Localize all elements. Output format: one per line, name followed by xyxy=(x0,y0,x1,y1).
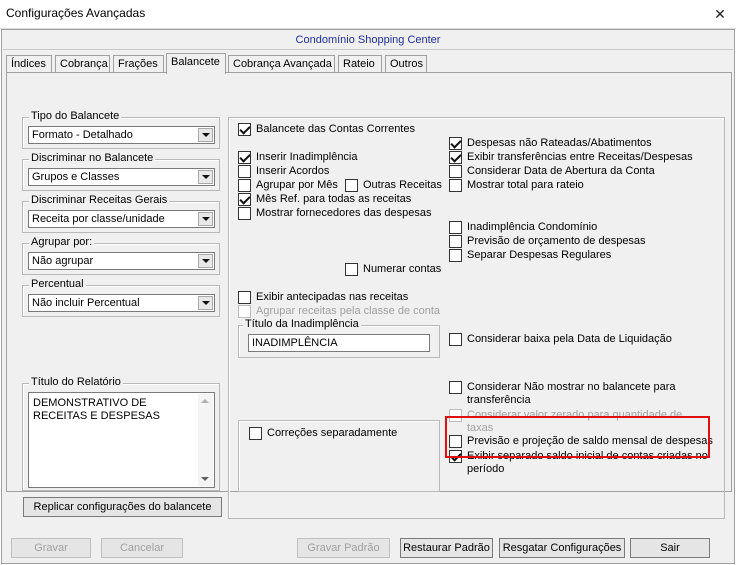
inserir-inadimplencia-checkbox[interactable]: Inserir Inadimplência xyxy=(238,151,358,164)
titulo-relatorio-textarea[interactable]: DEMONSTRATIVO DE RECEITAS E DESPESAS xyxy=(28,392,215,488)
chevron-down-icon[interactable] xyxy=(198,254,213,268)
considerar-baixa-checkbox[interactable]: Considerar baixa pela Data de Liquidação xyxy=(449,333,672,346)
tab-cobranca-avancada[interactable]: Cobrança Avançada xyxy=(228,55,335,73)
discriminar-balancete-group: Discriminar no Balancete Grupos e Classe… xyxy=(22,152,220,191)
tab-fracoes[interactable]: Frações xyxy=(113,55,164,73)
correcoes-separadamente-checkbox[interactable]: Correções separadamente xyxy=(249,427,397,440)
percentual-label: Percentual xyxy=(29,278,86,290)
tipo-balancete-group: Tipo do Balancete Formato - Detalhado xyxy=(22,110,220,149)
inserir-acordos-checkbox[interactable]: Inserir Acordos xyxy=(238,165,329,178)
cancelar-button[interactable]: Cancelar xyxy=(101,538,183,558)
close-icon[interactable]: ✕ xyxy=(710,4,730,24)
checkbox-box[interactable] xyxy=(238,207,251,220)
replicar-configuracoes-button[interactable]: Replicar configurações do balancete xyxy=(23,497,222,517)
chevron-down-icon[interactable] xyxy=(198,128,213,142)
chevron-down-icon[interactable] xyxy=(198,212,213,226)
separar-despesas-regulares-checkbox[interactable]: Separar Despesas Regulares xyxy=(449,249,611,262)
checkbox-box[interactable] xyxy=(249,427,262,440)
discriminar-balancete-value: Grupos e Classes xyxy=(32,171,120,183)
agrupar-por-group: Agrupar por: Não agrupar xyxy=(22,236,220,275)
condominium-name: Condomínio Shopping Center xyxy=(3,31,733,50)
tab-balancete[interactable]: Balancete xyxy=(166,53,226,74)
considerar-data-abertura-checkbox[interactable]: Considerar Data de Abertura da Conta xyxy=(449,165,655,178)
titulo-relatorio-label: Título do Relatório xyxy=(29,376,123,388)
checkbox-box[interactable] xyxy=(238,151,251,164)
percentual-group: Percentual Não incluir Percentual xyxy=(22,278,220,317)
titulo-inadimplencia-input[interactable]: INADIMPLÊNCIA xyxy=(248,334,430,352)
mes-ref-checkbox[interactable]: Mês Ref. para todas as receitas xyxy=(238,193,411,206)
tab-rateio[interactable]: Rateio xyxy=(338,55,382,73)
mostrar-fornecedores-checkbox[interactable]: Mostrar fornecedores das despesas xyxy=(238,207,431,220)
despesas-nao-rateadas-checkbox[interactable]: Despesas não Rateadas/Abatimentos xyxy=(449,137,652,150)
restaurar-padrao-button[interactable]: Restaurar Padrão xyxy=(400,538,493,558)
exibir-transferencias-checkbox[interactable]: Exibir transferências entre Receitas/Des… xyxy=(449,151,693,164)
titulo-inadimplencia-label: Título da Inadimplência xyxy=(243,318,361,330)
checkbox-box[interactable] xyxy=(238,165,251,178)
discriminar-receitas-value: Receita por classe/unidade xyxy=(32,213,165,225)
gravar-padrao-button[interactable]: Gravar Padrão xyxy=(297,538,390,558)
outras-receitas-checkbox[interactable]: Outras Receitas xyxy=(345,179,442,192)
tipo-balancete-label: Tipo do Balancete xyxy=(29,110,122,122)
checkbox-box[interactable] xyxy=(449,235,462,248)
percentual-select[interactable]: Não incluir Percentual xyxy=(28,294,215,312)
checkbox-box[interactable] xyxy=(238,291,251,304)
window-title: Configurações Avançadas xyxy=(6,6,146,20)
discriminar-balancete-label: Discriminar no Balancete xyxy=(29,152,156,164)
balancete-options-group: Balancete das Contas Correntes Inserir I… xyxy=(228,117,725,519)
checkbox-box[interactable] xyxy=(238,193,251,206)
agrupar-por-mes-checkbox[interactable]: Agrupar por Mês xyxy=(238,179,338,192)
checkbox-box[interactable] xyxy=(449,137,462,150)
checkbox-box[interactable] xyxy=(449,179,462,192)
checkbox-box[interactable] xyxy=(238,123,251,136)
scroll-down-icon[interactable] xyxy=(201,477,209,481)
chevron-down-icon[interactable] xyxy=(198,170,213,184)
numerar-contas-checkbox[interactable]: Numerar contas xyxy=(345,263,441,276)
highlight-annotation xyxy=(445,416,710,458)
previsao-orcamento-checkbox[interactable]: Previsão de orçamento de despesas xyxy=(449,235,646,248)
vertical-scrollbar[interactable] xyxy=(198,394,213,486)
checkbox-box[interactable] xyxy=(238,179,251,192)
checkbox-box[interactable] xyxy=(449,165,462,178)
discriminar-receitas-group: Discriminar Receitas Gerais Receita por … xyxy=(22,194,220,233)
tab-indices[interactable]: Índices xyxy=(6,55,52,73)
gravar-button[interactable]: Gravar xyxy=(11,538,91,558)
considerar-nao-mostrar-checkbox[interactable]: Considerar Não mostrar no balancete para… xyxy=(449,381,711,407)
balancete-contas-correntes-checkbox[interactable]: Balancete das Contas Correntes xyxy=(238,123,415,136)
agrupar-por-value: Não agrupar xyxy=(32,255,94,267)
exibir-antecipadas-checkbox[interactable]: Exibir antecipadas nas receitas xyxy=(238,291,408,304)
discriminar-receitas-select[interactable]: Receita por classe/unidade xyxy=(28,210,215,228)
checkbox-box[interactable] xyxy=(238,305,251,318)
percentual-value: Não incluir Percentual xyxy=(32,297,140,309)
mostrar-total-rateio-checkbox[interactable]: Mostrar total para rateio xyxy=(449,179,584,192)
agrupar-receitas-classe-checkbox[interactable]: Agrupar receitas pela classe de conta xyxy=(238,305,440,318)
checkbox-box[interactable] xyxy=(449,381,462,394)
tipo-balancete-select[interactable]: Formato - Detalhado xyxy=(28,126,215,144)
checkbox-box[interactable] xyxy=(449,221,462,234)
tab-cobranca[interactable]: Cobrança xyxy=(55,55,110,73)
checkbox-box[interactable] xyxy=(345,179,358,192)
resgatar-configuracoes-button[interactable]: Resgatar Configurações xyxy=(499,538,625,558)
sair-button[interactable]: Sair xyxy=(630,538,710,558)
checkbox-box[interactable] xyxy=(345,263,358,276)
scroll-up-icon[interactable] xyxy=(201,399,209,403)
checkbox-box[interactable] xyxy=(449,333,462,346)
titulo-relatorio-value: DEMONSTRATIVO DE RECEITAS E DESPESAS xyxy=(33,397,160,422)
discriminar-receitas-label: Discriminar Receitas Gerais xyxy=(29,194,170,206)
titulo-relatorio-group: Título do Relatório DEMONSTRATIVO DE REC… xyxy=(22,376,220,491)
titulo-inadimplencia-group: Título da Inadimplência INADIMPLÊNCIA xyxy=(238,318,440,358)
checkbox-box[interactable] xyxy=(449,151,462,164)
inadimplencia-condominio-checkbox[interactable]: Inadimplência Condomínio xyxy=(449,221,597,234)
checkbox-box[interactable] xyxy=(449,249,462,262)
tipo-balancete-value: Formato - Detalhado xyxy=(32,129,133,141)
dialog-body: Condomínio Shopping Center Índices Cobra… xyxy=(1,29,735,564)
agrupar-por-select[interactable]: Não agrupar xyxy=(28,252,215,270)
discriminar-balancete-select[interactable]: Grupos e Classes xyxy=(28,168,215,186)
agrupar-por-label: Agrupar por: xyxy=(29,236,95,248)
tab-outros[interactable]: Outros xyxy=(385,55,427,73)
chevron-down-icon[interactable] xyxy=(198,296,213,310)
correcoes-group: Correções separadamente xyxy=(238,420,440,492)
title-bar: Configurações Avançadas ✕ xyxy=(0,0,736,29)
